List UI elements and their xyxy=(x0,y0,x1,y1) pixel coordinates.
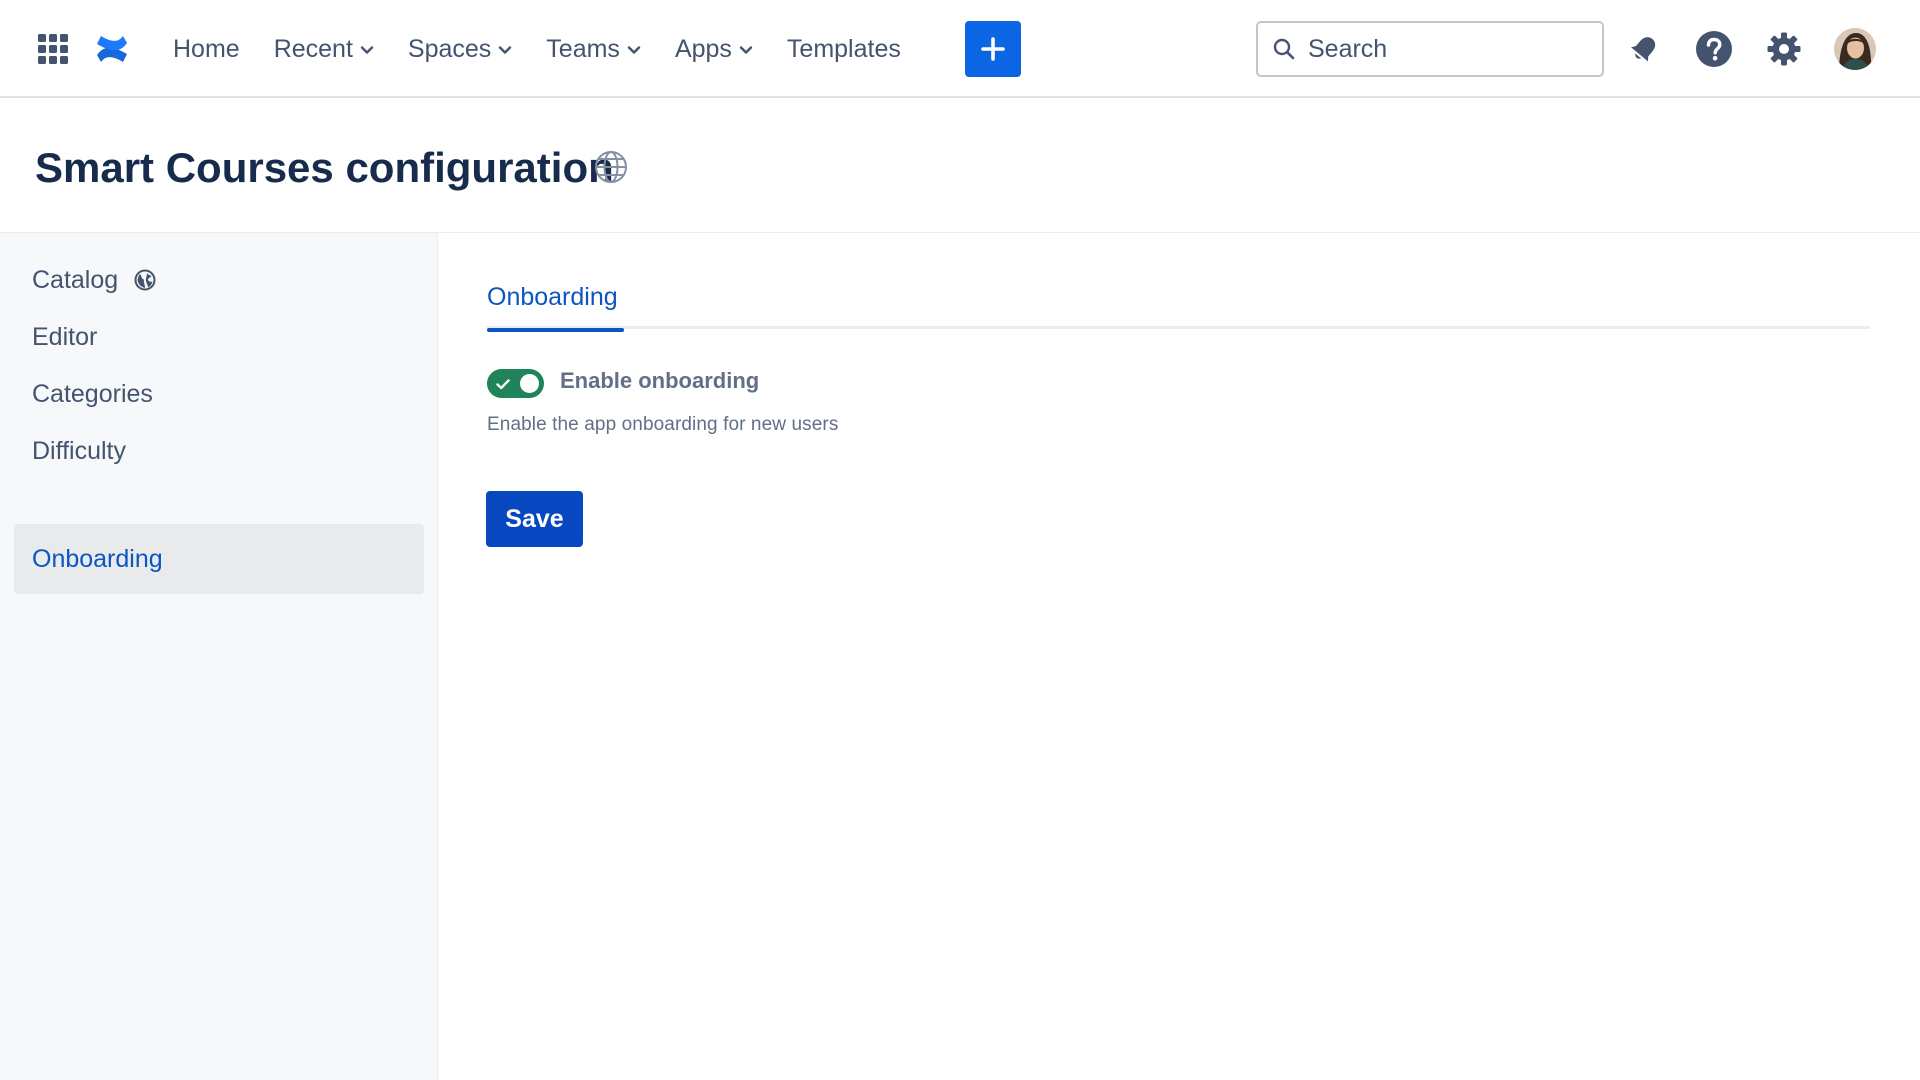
search-input[interactable] xyxy=(1308,34,1578,64)
chevron-down-icon xyxy=(360,46,374,54)
nav-teams-label: Teams xyxy=(546,34,620,63)
confluence-logo[interactable] xyxy=(94,31,130,67)
chevron-down-icon xyxy=(627,46,641,54)
page-header: Smart Courses configuration xyxy=(0,98,1920,233)
sidebar-item-label: Categories xyxy=(32,379,153,408)
sidebar-item-onboarding[interactable]: Onboarding xyxy=(14,524,424,594)
toggle-help-text: Enable the app onboarding for new users xyxy=(487,414,839,435)
tab-bar: Onboarding xyxy=(487,281,1870,332)
sidebar-item-difficulty[interactable]: Difficulty xyxy=(14,416,424,486)
nav-home[interactable]: Home xyxy=(156,24,257,74)
nav-recent-label: Recent xyxy=(273,34,353,63)
top-navigation: Home Recent Spaces Teams Apps Templates xyxy=(0,0,1920,98)
notification-icon[interactable] xyxy=(1624,29,1664,69)
tab-active-indicator xyxy=(487,328,624,332)
globe-icon xyxy=(595,151,627,183)
nav-recent[interactable]: Recent xyxy=(257,24,391,74)
gear-icon xyxy=(1767,32,1801,66)
avatar[interactable] xyxy=(1834,28,1876,70)
tab-label: Onboarding xyxy=(487,283,618,311)
help-icon[interactable] xyxy=(1694,29,1734,69)
app-switcher-icon[interactable] xyxy=(38,34,68,64)
nav-home-label: Home xyxy=(173,34,240,63)
create-button[interactable] xyxy=(965,21,1021,77)
search-icon xyxy=(1273,38,1295,60)
sidebar-item-label: Editor xyxy=(32,322,98,351)
user-avatar-image xyxy=(1834,28,1876,70)
nav-spaces-label: Spaces xyxy=(407,34,492,63)
globe-icon xyxy=(134,269,156,291)
bell-icon xyxy=(1631,37,1656,62)
nav-apps-label: Apps xyxy=(674,34,732,63)
toggle-label: Enable onboarding xyxy=(560,368,760,393)
chevron-down-icon xyxy=(499,46,512,54)
plus-icon xyxy=(981,37,1005,61)
sidebar: Catalog Editor Categories Difficulty Onb… xyxy=(0,233,438,1080)
nav-templates-label: Templates xyxy=(786,34,901,63)
tab-onboarding[interactable]: Onboarding xyxy=(487,281,624,332)
main-content: Onboarding Enable onboarding Enable the … xyxy=(439,233,1920,1080)
enable-onboarding-toggle[interactable] xyxy=(487,369,544,398)
page-title: Smart Courses configuration xyxy=(35,144,614,191)
sidebar-item-label: Difficulty xyxy=(32,436,127,465)
nav-spaces[interactable]: Spaces xyxy=(391,24,529,74)
save-button[interactable]: Save xyxy=(486,491,583,547)
sidebar-item-label: Onboarding xyxy=(32,544,163,573)
nav-teams[interactable]: Teams xyxy=(529,24,658,74)
nav-apps[interactable]: Apps xyxy=(658,24,770,74)
check-icon xyxy=(496,379,510,390)
nav-templates[interactable]: Templates xyxy=(770,24,918,74)
settings-icon[interactable] xyxy=(1764,29,1804,69)
search-box[interactable] xyxy=(1256,21,1604,77)
sidebar-item-label: Catalog xyxy=(32,265,119,294)
toggle-knob xyxy=(520,374,539,393)
primary-nav: Home Recent Spaces Teams Apps Templates xyxy=(156,0,918,98)
question-icon xyxy=(1696,31,1732,67)
chevron-down-icon xyxy=(739,46,753,54)
